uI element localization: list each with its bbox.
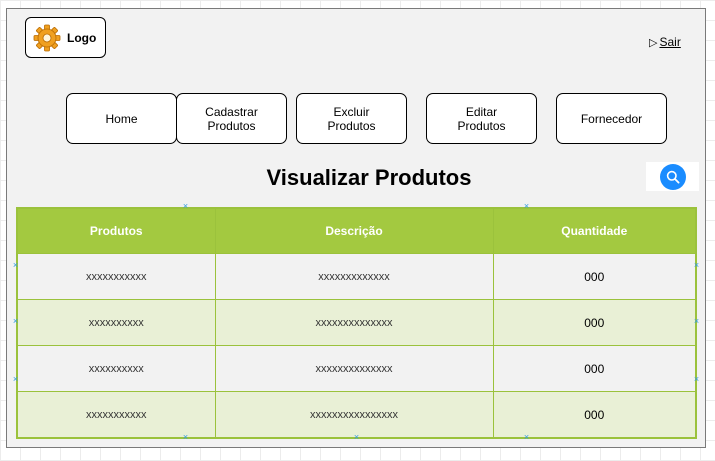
logo[interactable]: Logo [25,17,106,58]
nav-home-button[interactable]: Home [66,93,177,144]
selection-handle[interactable]: × [12,375,19,384]
selection-handle[interactable]: × [523,433,530,442]
cell-produto: xxxxxxxxxx [16,299,216,346]
selection-handle[interactable]: × [693,261,700,270]
nav-editar-produtos-button[interactable]: Editar Produtos [426,93,537,144]
cell-descricao: xxxxxxxxxxxxxx [214,299,494,346]
column-header-quantidade[interactable]: Quantidade [492,207,697,254]
cell-quantidade: 000 [492,253,697,300]
selection-handle[interactable]: × [693,317,700,326]
selection-handle[interactable]: × [353,433,360,442]
cell-produto: xxxxxxxxxxx [16,253,216,300]
cell-descricao: xxxxxxxxxxxxxx [214,345,494,392]
selection-handle[interactable]: × [12,317,19,326]
nav-cadastrar-produtos-button[interactable]: Cadastrar Produtos [176,93,287,144]
selection-handle[interactable]: × [693,375,700,384]
selection-handle[interactable]: × [182,202,189,211]
search-button[interactable] [646,162,699,191]
logout-link[interactable]: ▷ Sair [649,35,681,49]
nav-fornecedor-button[interactable]: Fornecedor [556,93,667,144]
table-row[interactable]: xxxxxxxxxxx xxxxxxxxxxxxx 000 [16,253,697,300]
cell-quantidade: 000 [492,299,697,346]
nav-excluir-produtos-button[interactable]: Excluir Produtos [296,93,407,144]
selection-handle[interactable]: × [182,433,189,442]
logout-label[interactable]: Sair [659,35,680,49]
search-icon [666,170,680,184]
column-header-produtos[interactable]: Produtos [16,207,216,254]
play-icon: ▷ [649,36,658,49]
gear-icon [33,24,61,51]
page-title: Visualizar Produtos [266,165,472,190]
table-header-row: Produtos Descrição Quantidade [16,207,697,254]
logo-label: Logo [67,30,97,45]
products-table: Produtos Descrição Quantidade xxxxxxxxxx… [16,207,697,439]
selection-handle[interactable]: × [12,261,19,270]
column-header-descricao[interactable]: Descrição [214,207,494,254]
cell-quantidade: 000 [492,345,697,392]
table-row[interactable]: xxxxxxxxxx xxxxxxxxxxxxxx 000 [16,299,697,346]
search-icon-circle [659,163,686,190]
selection-handle[interactable]: × [523,202,530,211]
cell-descricao: xxxxxxxxxxxxx [214,253,494,300]
table-row[interactable]: xxxxxxxxxx xxxxxxxxxxxxxx 000 [16,345,697,392]
cell-produto: xxxxxxxxxx [16,345,216,392]
